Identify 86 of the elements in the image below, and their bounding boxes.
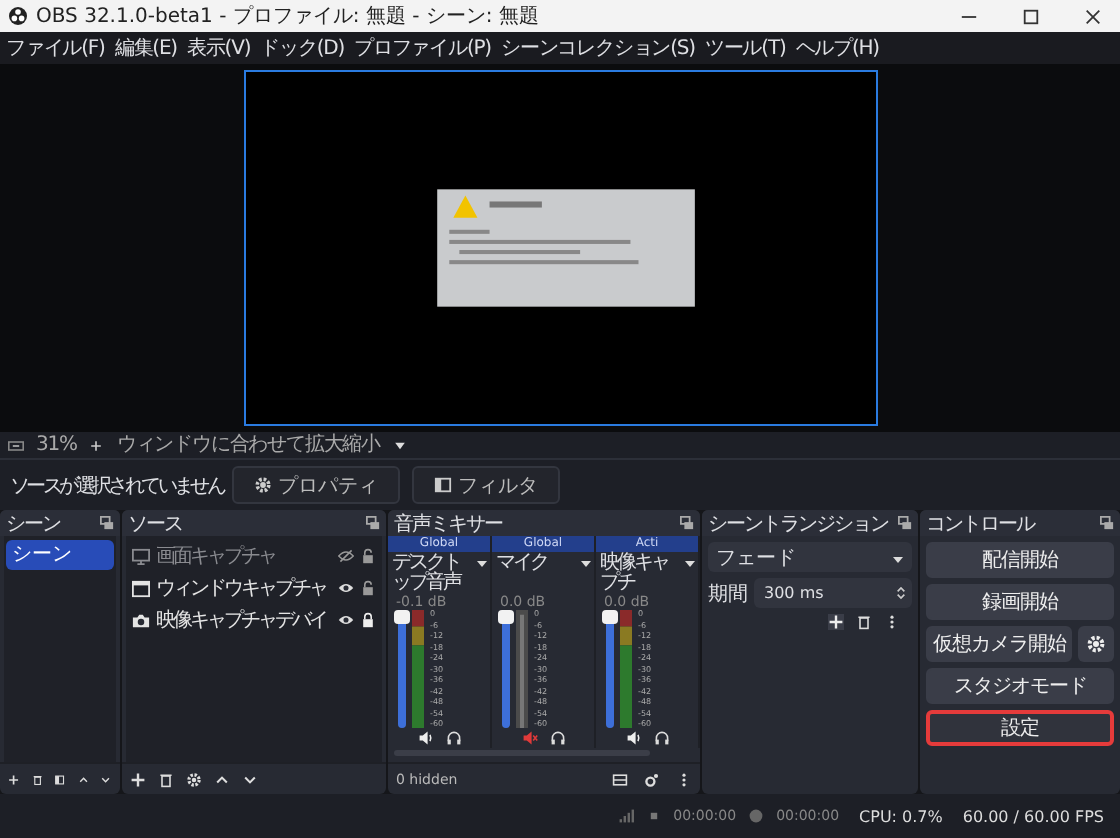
lock-open-icon[interactable] — [360, 548, 376, 564]
float-icon[interactable] — [1100, 516, 1114, 530]
channel-name[interactable]: マイク — [496, 554, 580, 574]
transition-select[interactable]: フェード — [708, 542, 912, 572]
dock-title: ソース — [128, 511, 182, 537]
spinner-icon — [896, 584, 906, 602]
filter-icon — [434, 476, 452, 494]
control-button[interactable]: 録画開始 — [926, 584, 1114, 620]
float-icon[interactable] — [366, 516, 380, 530]
volume-slider[interactable] — [398, 610, 406, 728]
trash-icon[interactable] — [31, 771, 43, 787]
add-icon[interactable] — [8, 771, 20, 787]
no-source-selected-label: ソースが選択されていません — [10, 473, 220, 499]
fps-reading: 60.00 / 60.00 FPS — [962, 807, 1104, 825]
caret-icon[interactable] — [580, 558, 592, 570]
eye-icon[interactable] — [338, 612, 354, 628]
source-name[interactable]: ウィンドウキャプチャ — [156, 574, 332, 602]
zoom-level: 31% — [36, 433, 77, 457]
menu-item[interactable]: 編集(E) — [114, 34, 177, 62]
menu-item[interactable]: 表示(V) — [186, 34, 251, 62]
headphones-icon[interactable] — [445, 730, 461, 746]
volume-slider[interactable] — [606, 610, 614, 728]
menu-item[interactable]: ツール(T) — [704, 34, 786, 62]
lock-closed-icon[interactable] — [360, 612, 376, 628]
properties-button[interactable]: プロパティ — [232, 466, 400, 504]
filters-button[interactable]: フィルタ — [412, 466, 560, 504]
close-icon[interactable] — [1084, 7, 1102, 25]
settings-button[interactable] — [1078, 626, 1114, 662]
caret-icon[interactable] — [476, 558, 488, 570]
dock-title: 音声ミキサー — [394, 511, 502, 537]
volume-slider[interactable] — [502, 610, 510, 728]
control-button[interactable]: スタジオモード — [926, 668, 1114, 704]
source-name[interactable]: 映像キャプチャデバイ — [156, 606, 332, 634]
down-icon[interactable] — [242, 771, 258, 787]
channel-name[interactable]: デスクトップ音声 — [392, 554, 476, 594]
signal-icon — [617, 808, 634, 824]
dock-title: コントロール — [926, 511, 1034, 537]
speaker-icon[interactable] — [625, 730, 641, 746]
app-logo-icon — [8, 6, 28, 26]
eye-icon[interactable] — [338, 580, 354, 596]
menu-item[interactable]: シーンコレクション(S) — [500, 34, 695, 62]
window-icon — [132, 579, 150, 597]
window-title: OBS 32.1.0-beta1 - プロファイル: 無題 - シーン: 無題 — [36, 3, 539, 30]
caret-icon — [892, 553, 904, 565]
headphones-icon[interactable] — [653, 730, 669, 746]
eye-hidden-icon[interactable] — [338, 548, 354, 564]
dropdown-icon[interactable] — [392, 437, 409, 453]
speaker-muted-icon[interactable] — [521, 730, 537, 746]
control-button[interactable]: 配信開始 — [926, 542, 1114, 578]
menu-item[interactable]: プロファイル(P) — [354, 34, 491, 62]
trash-icon[interactable] — [158, 771, 174, 787]
camera-icon — [132, 611, 150, 629]
stream-icon — [645, 808, 662, 824]
record-icon — [748, 808, 765, 824]
float-icon[interactable] — [898, 516, 912, 530]
menu-item[interactable]: ヘルプ(H) — [795, 34, 879, 62]
scene-item[interactable]: シーン — [6, 540, 114, 570]
add-icon[interactable] — [828, 614, 844, 630]
menu-item[interactable]: ドック(D) — [260, 34, 345, 62]
lock-open-icon[interactable] — [360, 580, 376, 596]
headphones-icon[interactable] — [549, 730, 565, 746]
control-button[interactable]: 仮想カメラ開始 — [926, 626, 1072, 662]
menu-item[interactable]: ファイル(F) — [6, 34, 105, 62]
speaker-icon[interactable] — [417, 730, 433, 746]
duration-label: 期間 — [708, 581, 748, 607]
caret-icon[interactable] — [684, 558, 696, 570]
zoom-out-icon[interactable] — [8, 437, 24, 453]
monitor-icon — [132, 547, 150, 565]
control-button[interactable]: 設定 — [926, 710, 1114, 746]
up-icon[interactable] — [214, 771, 230, 787]
channel-name[interactable]: 映像キャプチ — [600, 554, 684, 594]
trash-icon[interactable] — [856, 614, 872, 630]
duration-field[interactable]: 300 ms — [754, 578, 912, 608]
source-name[interactable]: 画面キャプチャ — [156, 542, 332, 570]
up-icon[interactable] — [77, 771, 89, 787]
layout-icon[interactable] — [612, 771, 628, 787]
dock-title: シーントランジション — [708, 511, 888, 537]
dock-title: シーン — [6, 511, 60, 537]
cpu-usage: CPU: 0.7% — [859, 807, 943, 825]
add-icon[interactable] — [130, 771, 146, 787]
zoom-in-icon[interactable] — [88, 437, 105, 453]
fit-to-window-label[interactable]: ウィンドウに合わせて拡大縮小 — [116, 433, 381, 457]
maximize-icon[interactable] — [1022, 7, 1040, 25]
float-icon[interactable] — [680, 516, 694, 530]
float-icon[interactable] — [100, 516, 114, 530]
filter-icon[interactable] — [54, 771, 66, 787]
